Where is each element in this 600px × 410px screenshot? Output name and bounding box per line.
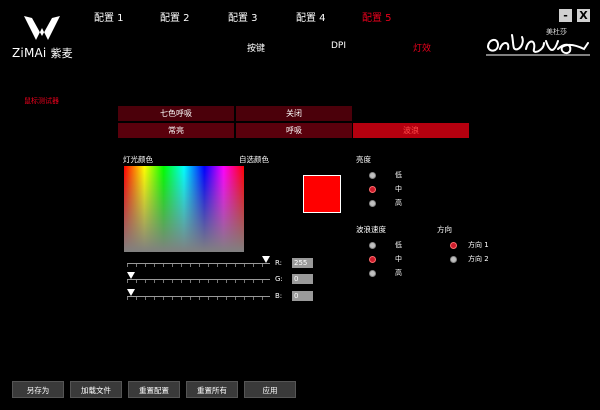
effect-wave[interactable]: 波浪: [353, 123, 469, 138]
load-file-button[interactable]: 加载文件: [70, 381, 122, 398]
slider-green[interactable]: [127, 272, 270, 283]
speed-low-label: 低: [395, 241, 402, 249]
direction-1-radio[interactable]: [450, 242, 457, 249]
brightness-label: 亮度: [356, 155, 371, 164]
slider-red[interactable]: [127, 256, 270, 267]
apply-button[interactable]: 应用: [244, 381, 296, 398]
effect-off[interactable]: 关闭: [236, 106, 352, 121]
brightness-low-label: 低: [395, 171, 402, 179]
red-value-input[interactable]: 255: [292, 258, 313, 268]
close-button[interactable]: X: [577, 9, 590, 22]
red-label: R:: [275, 259, 283, 267]
speed-low-radio[interactable]: [369, 242, 376, 249]
direction-1-label: 方向 1: [468, 241, 489, 249]
tab-profile-3[interactable]: 配置 3: [228, 9, 258, 24]
direction-2-radio[interactable]: [450, 256, 457, 263]
zimai-logo-icon: [24, 16, 60, 40]
tab-profile-5[interactable]: 配置 5: [362, 9, 392, 24]
slider-thumb[interactable]: [262, 256, 270, 263]
direction-label: 方向: [437, 225, 452, 234]
brand-name: ZiMAi 紫麦: [12, 45, 73, 61]
brightness-high-radio[interactable]: [369, 200, 376, 207]
effect-breath[interactable]: 呼吸: [236, 123, 352, 138]
tab-profile-2[interactable]: 配置 2: [160, 9, 190, 24]
speed-high-label: 高: [395, 269, 402, 277]
brightness-mid-label: 中: [395, 185, 402, 193]
direction-2-label: 方向 2: [468, 255, 489, 263]
minimize-button[interactable]: -: [559, 9, 572, 22]
slider-ticks: [127, 264, 270, 267]
slider-ticks: [127, 280, 270, 283]
tab-keys[interactable]: 按键: [247, 41, 265, 54]
reset-profile-button[interactable]: 重置配置: [128, 381, 180, 398]
brightness-high-label: 高: [395, 199, 402, 207]
color-spectrum-picker[interactable]: [124, 166, 244, 252]
medusa-script-logo-icon: [486, 34, 590, 56]
selected-color-swatch[interactable]: [303, 175, 341, 213]
slider-blue[interactable]: [127, 289, 270, 300]
slider-thumb[interactable]: [127, 272, 135, 279]
save-as-button[interactable]: 另存为: [12, 381, 64, 398]
slider-ticks: [127, 297, 270, 300]
brand-latin: ZiMAi: [12, 46, 47, 60]
brightness-mid-radio[interactable]: [369, 186, 376, 193]
speed-mid-label: 中: [395, 255, 402, 263]
tab-lighting[interactable]: 灯效: [413, 41, 431, 54]
green-label: G:: [275, 275, 283, 283]
reset-all-button[interactable]: 重置所有: [186, 381, 238, 398]
tab-dpi[interactable]: DPI: [331, 41, 346, 51]
speed-high-radio[interactable]: [369, 270, 376, 277]
tab-profile-4[interactable]: 配置 4: [296, 9, 326, 24]
green-value-input[interactable]: 0: [292, 274, 313, 284]
effect-seven-color-breath[interactable]: 七色呼吸: [118, 106, 234, 121]
app-window: { "brand": {"latin": "ZiMAi", "chinese":…: [0, 0, 600, 410]
brand-chinese: 紫麦: [50, 47, 73, 60]
brightness-low-radio[interactable]: [369, 172, 376, 179]
speed-mid-radio[interactable]: [369, 256, 376, 263]
device-label: 鼠标测试器: [24, 97, 59, 105]
slider-thumb[interactable]: [127, 289, 135, 296]
custom-color-label: 自选颜色: [239, 155, 269, 164]
tab-profile-1[interactable]: 配置 1: [94, 9, 124, 24]
blue-label: B:: [275, 292, 283, 300]
effect-steady[interactable]: 常亮: [118, 123, 234, 138]
wave-speed-label: 波浪速度: [356, 225, 386, 234]
blue-value-input[interactable]: 0: [292, 291, 313, 301]
light-color-label: 灯光颜色: [123, 155, 153, 164]
